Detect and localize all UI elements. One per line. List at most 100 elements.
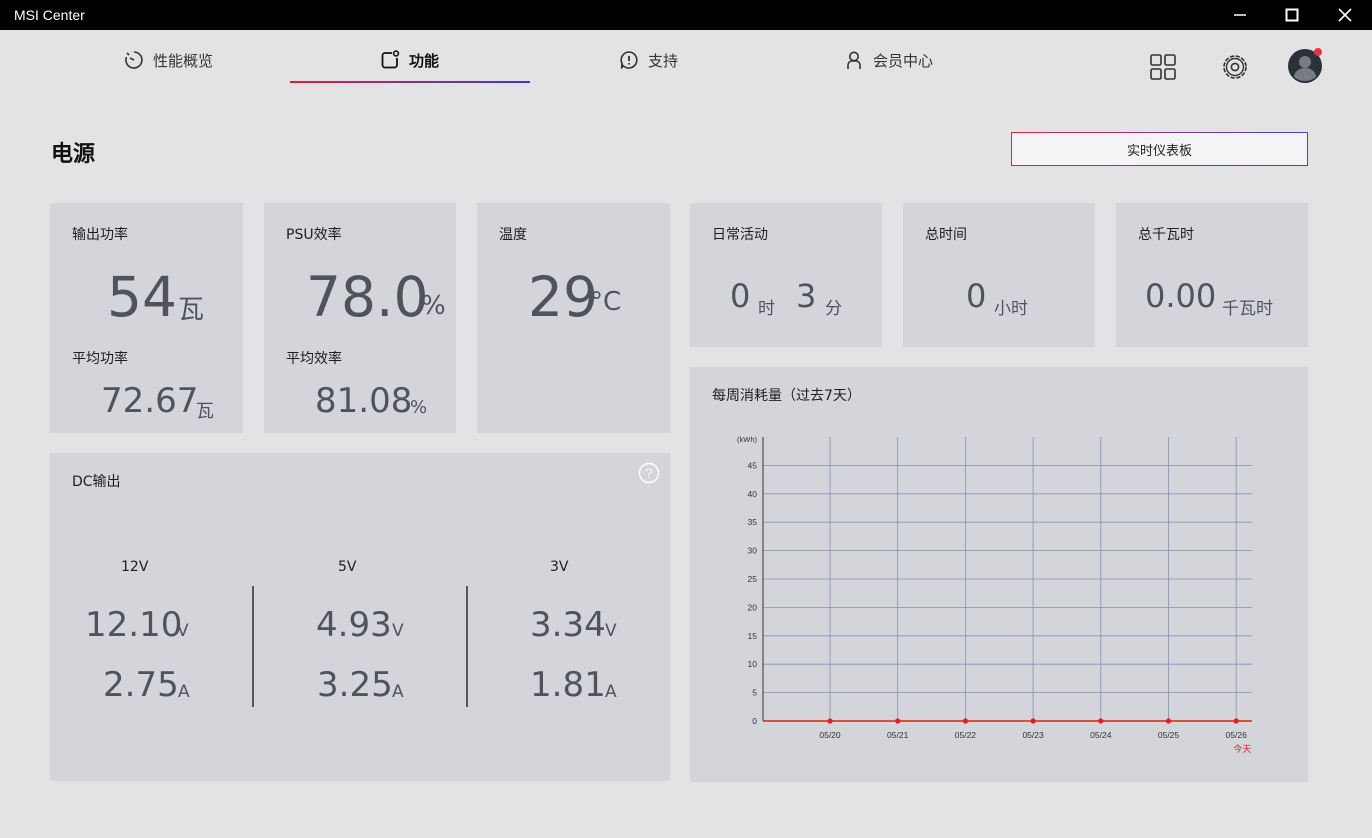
user-icon bbox=[847, 51, 861, 69]
total-kwh-unit: 千瓦时 bbox=[1222, 299, 1273, 319]
total-time-card: 总时间 0 小时 bbox=[903, 203, 1095, 347]
x-tick-label: 05/21 bbox=[887, 730, 909, 740]
total-time-value: 0 bbox=[966, 277, 987, 315]
psu-efficiency-unit: % bbox=[421, 291, 446, 321]
output-power-value: 54 bbox=[107, 265, 177, 329]
rail-voltage-12v: 12.10 bbox=[85, 605, 183, 645]
rail-voltage-5v: 4.93 bbox=[316, 605, 392, 645]
x-tick-label: 05/22 bbox=[955, 730, 977, 740]
output-power-card: 输出功率 54 瓦 平均功率 72.67 瓦 bbox=[50, 203, 243, 433]
minimize-button[interactable] bbox=[1217, 0, 1263, 30]
tab-support[interactable]: 支持 bbox=[618, 48, 678, 72]
tab-label: 会员中心 bbox=[873, 51, 934, 70]
rail-divider bbox=[466, 586, 468, 707]
close-button[interactable] bbox=[1322, 0, 1368, 30]
rail-current-12v: 2.75 bbox=[103, 665, 179, 705]
avg-power-unit: 瓦 bbox=[196, 401, 214, 422]
psu-efficiency-label: PSU效率 bbox=[286, 227, 342, 243]
y-tick-label: 45 bbox=[748, 460, 758, 470]
notification-dot bbox=[1314, 48, 1322, 56]
rail-voltage-3v: 3.34 bbox=[530, 605, 606, 645]
rail-voltage-unit-3v: V bbox=[605, 621, 617, 641]
dc-output-label: DC输出 bbox=[72, 474, 121, 490]
y-tick-label: 10 bbox=[748, 659, 758, 669]
support-chat-icon bbox=[620, 51, 638, 69]
rail-voltage-unit-12v: V bbox=[177, 621, 189, 641]
y-tick-label: 40 bbox=[748, 489, 758, 499]
help-button[interactable]: ? bbox=[638, 462, 660, 484]
avg-efficiency-label: 平均效率 bbox=[286, 351, 342, 367]
total-time-unit: 小时 bbox=[994, 299, 1028, 319]
output-power-unit: 瓦 bbox=[178, 295, 205, 325]
realtime-dashboard-button[interactable]: 实时仪表板 bbox=[1011, 132, 1308, 166]
svg-text:?: ? bbox=[645, 466, 652, 481]
gauge-icon bbox=[125, 51, 143, 69]
temperature-card: 温度 29 °C bbox=[477, 203, 670, 433]
temperature-unit: °C bbox=[590, 287, 622, 317]
rail-name-3v: 3V bbox=[550, 559, 569, 575]
avg-efficiency-unit: % bbox=[410, 397, 428, 418]
y-tick-label: 20 bbox=[748, 602, 758, 612]
data-point bbox=[1098, 718, 1104, 724]
avg-power-value: 72.67 bbox=[101, 381, 199, 421]
tab-label: 性能概览 bbox=[153, 51, 214, 70]
maximize-button[interactable] bbox=[1269, 0, 1315, 30]
daily-activity-card: 日常活动 0 时 3 分 bbox=[690, 203, 882, 347]
dc-output-card: DC输出 ? 12V 12.10 V 2.75 A 5V 4.93 V 3.25… bbox=[50, 453, 670, 781]
x-tick-label: 05/20 bbox=[819, 730, 841, 740]
y-tick-label: 30 bbox=[748, 546, 758, 556]
data-point bbox=[1165, 718, 1172, 724]
rail-name-12v: 12V bbox=[121, 559, 149, 575]
help-icon: ? bbox=[638, 462, 660, 484]
avatar-button[interactable] bbox=[1287, 48, 1323, 84]
data-point bbox=[827, 718, 833, 724]
y-tick-label: 35 bbox=[748, 517, 758, 527]
tab-label: 功能 bbox=[409, 51, 440, 70]
y-tick-label: 25 bbox=[748, 574, 758, 584]
rail-voltage-unit-5v: V bbox=[392, 621, 404, 641]
avg-power-label: 平均功率 bbox=[72, 351, 128, 367]
weekly-consumption-chart: 0 5 10 15 20 25 30 35 40 45 (kWh) 05/20 05/21 05/22 05… bbox=[737, 435, 1252, 755]
temperature-value: 29 bbox=[528, 265, 598, 329]
tab-features[interactable]: 功能 bbox=[379, 48, 439, 72]
top-nav: 性能概览 功能 支持 会员中心 bbox=[0, 30, 1372, 100]
total-time-label: 总时间 bbox=[925, 227, 967, 243]
tab-label: 支持 bbox=[648, 51, 679, 70]
daily-activity-minutes: 3 bbox=[796, 277, 817, 315]
temperature-label: 温度 bbox=[499, 227, 527, 243]
daily-activity-label: 日常活动 bbox=[712, 227, 768, 243]
x-tick-label: 05/25 bbox=[1158, 730, 1180, 740]
grid-icon bbox=[1150, 54, 1176, 80]
y-tick-label: 5 bbox=[752, 688, 757, 698]
today-label: 今天 bbox=[1233, 743, 1251, 755]
tab-performance-overview[interactable]: 性能概览 bbox=[123, 48, 213, 72]
rail-current-unit-12v: A bbox=[178, 682, 190, 702]
rail-current-unit-3v: A bbox=[605, 682, 617, 702]
minimize-icon bbox=[1234, 14, 1246, 16]
page-title: 电源 bbox=[51, 142, 96, 167]
tab-member-center[interactable]: 会员中心 bbox=[843, 48, 933, 72]
daily-activity-minutes-unit: 分 bbox=[825, 299, 842, 319]
app-grid-button[interactable] bbox=[1146, 50, 1180, 84]
daily-activity-hours: 0 bbox=[730, 277, 751, 315]
x-tick-label: 05/23 bbox=[1022, 730, 1044, 740]
active-tab-indicator bbox=[290, 81, 530, 83]
rail-current-5v: 3.25 bbox=[317, 665, 393, 705]
total-kwh-label: 总千瓦时 bbox=[1138, 227, 1194, 243]
app-title: MSI Center bbox=[14, 7, 85, 23]
data-point bbox=[895, 718, 901, 724]
data-point bbox=[1030, 718, 1036, 724]
total-kwh-value: 0.00 bbox=[1145, 277, 1217, 315]
gear-icon bbox=[1223, 55, 1247, 79]
close-icon bbox=[1338, 8, 1352, 22]
psu-efficiency-card: PSU效率 78.0 % 平均效率 81.08 % bbox=[264, 203, 456, 433]
avatar bbox=[1288, 48, 1322, 83]
settings-button[interactable] bbox=[1218, 50, 1252, 84]
rail-divider bbox=[252, 586, 254, 707]
y-tick-label: 0 bbox=[752, 716, 757, 726]
rail-current-unit-5v: A bbox=[392, 682, 404, 702]
title-bar: MSI Center bbox=[0, 0, 1372, 30]
rail-name-5v: 5V bbox=[338, 559, 357, 575]
feature-icon bbox=[381, 50, 400, 69]
x-tick-label: 05/26 bbox=[1226, 730, 1248, 740]
